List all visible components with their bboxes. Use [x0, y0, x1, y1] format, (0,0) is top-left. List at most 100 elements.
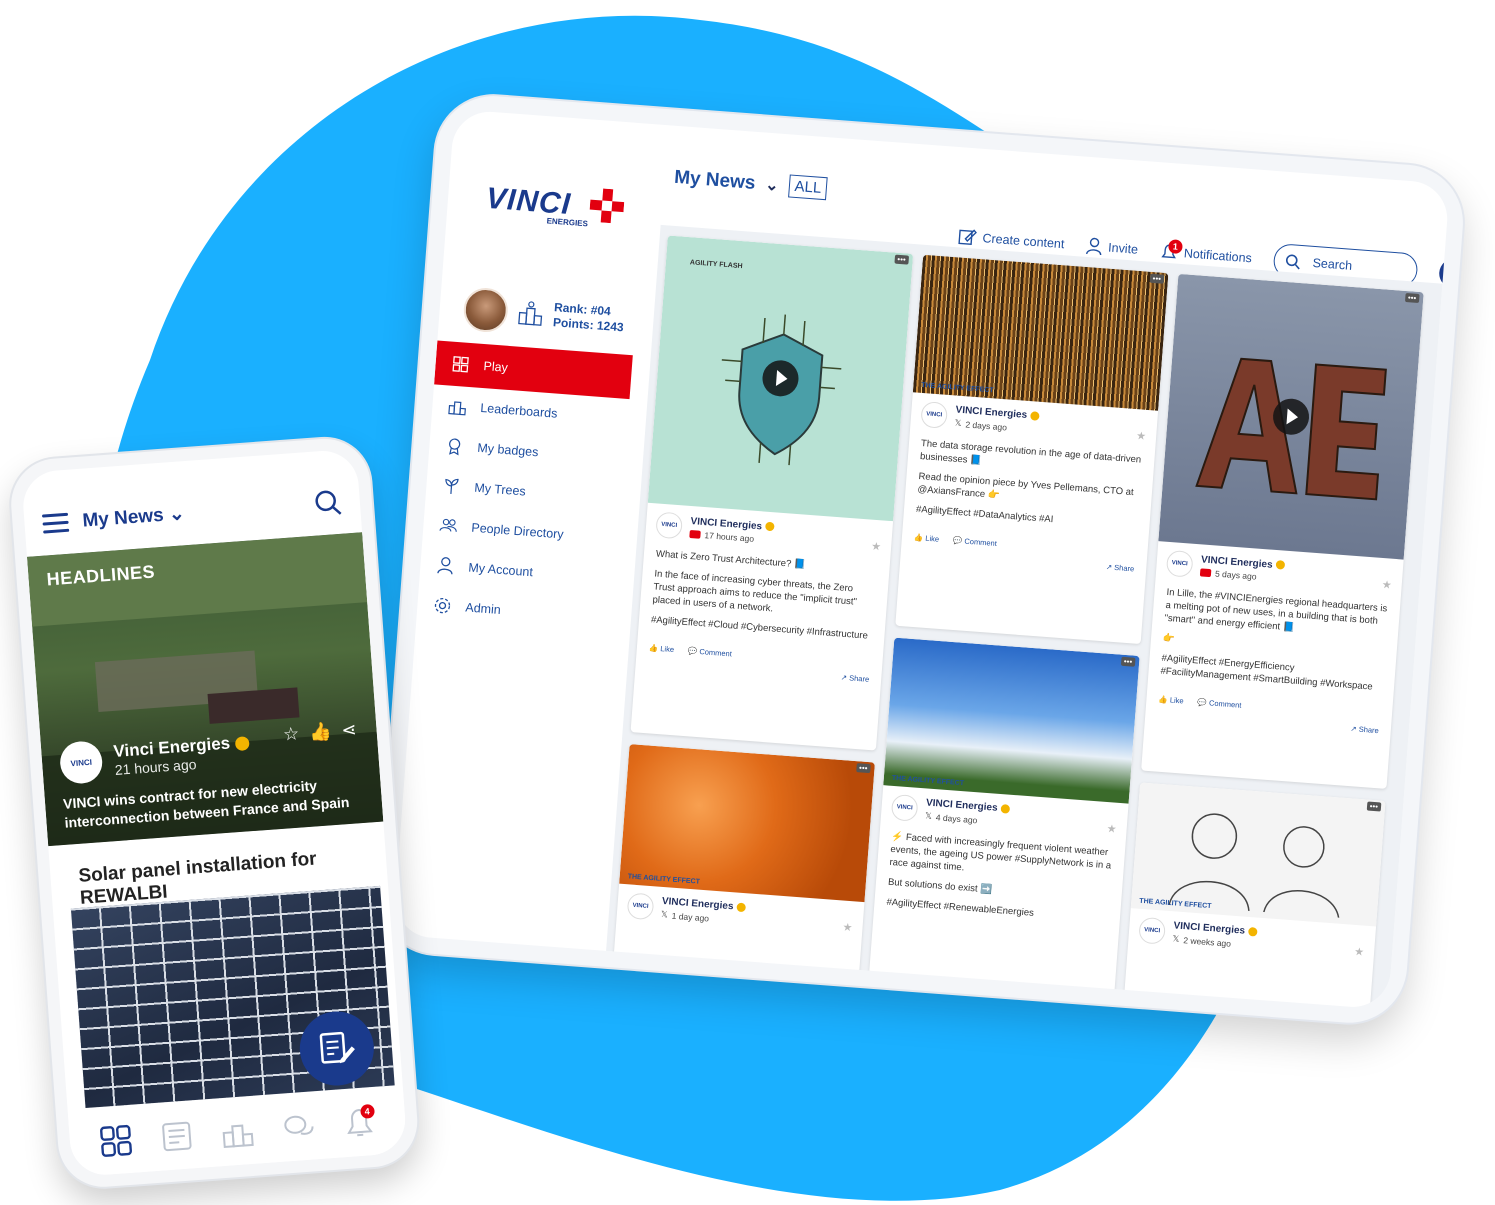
x-logo-icon: 𝕏 — [1172, 933, 1180, 944]
more-options-button[interactable]: ••• — [1120, 656, 1136, 667]
media-brand: THE AGILITY EFFECT — [891, 774, 965, 788]
headline-carousel[interactable]: HEADLINES VINCI Vinci Energies 21 hours … — [26, 532, 384, 847]
author-logo: VINCI — [920, 401, 949, 429]
post-media[interactable]: THE AGILITY EFFECT ••• — [619, 744, 875, 903]
x-logo-icon: 𝕏 — [660, 908, 669, 920]
tab-leaderboard[interactable] — [218, 1113, 257, 1152]
youtube-icon — [689, 529, 701, 539]
share-icon[interactable]: ⋖ — [341, 719, 358, 741]
x-logo-icon: 𝕏 — [954, 417, 962, 429]
post-card[interactable]: THE AGILITY EFFECT ••• VINCI VINCI Energ… — [868, 637, 1140, 1002]
comment-button[interactable]: 💬 Comment — [1197, 698, 1242, 710]
tablet-device: VINCI ENERGIES My News ⌄ ALL Create cont… — [375, 92, 1468, 1027]
star-icon[interactable]: ★ — [842, 921, 853, 935]
news-feed-selector[interactable]: My News ⌄ ALL — [673, 166, 829, 201]
comment-button[interactable]: 💬 Comment — [688, 646, 733, 658]
more-options-button[interactable]: ••• — [1366, 801, 1382, 812]
vinci-energies-logo: VINCI ENERGIES — [484, 182, 625, 228]
verified-icon — [736, 902, 746, 913]
post-body: ⚡ Faced with increasingly frequent viole… — [886, 830, 1112, 919]
edit-icon — [958, 229, 977, 245]
post-card[interactable]: THE AGILITY EFFECT ••• VINCI VINCI Energ… — [895, 254, 1169, 645]
post-media[interactable]: THE AGILITY EFFECT ••• — [912, 254, 1169, 411]
post-media[interactable]: THE AGILITY EFFECT ••• — [883, 637, 1140, 804]
verified-icon — [1029, 411, 1040, 421]
star-icon[interactable]: ★ — [1136, 429, 1147, 443]
post-card[interactable]: THE AGILITY EFFECT ••• VINCI VINCI Energ… — [1123, 782, 1386, 1010]
grid-icon — [100, 1124, 133, 1157]
verified-icon — [1247, 926, 1258, 937]
star-icon[interactable]: ★ — [871, 540, 882, 554]
user-profile[interactable]: Rank: #04 Points: 1243 — [462, 286, 626, 342]
grid-icon — [451, 355, 470, 374]
more-options-button[interactable]: ••• — [855, 763, 871, 774]
author-logo: VINCI — [1165, 549, 1194, 578]
newspaper-icon — [162, 1121, 192, 1152]
search-icon — [1285, 254, 1300, 270]
post-media[interactable]: ••• — [1158, 273, 1424, 560]
podium-icon — [448, 397, 467, 416]
star-icon[interactable]: ☆ — [282, 723, 300, 745]
tab-home[interactable] — [97, 1122, 136, 1161]
people-icon — [439, 516, 458, 535]
post-body: What is Zero Trust Architecture? 📘 In th… — [650, 548, 869, 642]
media-brand: THE AGILITY EFFECT — [921, 381, 994, 395]
tab-messages[interactable] — [279, 1108, 318, 1147]
sidebar-nav: Play Leaderboards My badges My Trees Peo… — [416, 340, 633, 639]
x-logo-icon: 𝕏 — [924, 810, 933, 821]
news-feed: AGILITY FLASH ••• VINCI VINCI Energies 1… — [605, 224, 1450, 1010]
like-button[interactable]: 👍 Like — [914, 533, 940, 544]
star-icon[interactable]: ★ — [1106, 822, 1117, 836]
user-icon — [1085, 237, 1102, 256]
tab-news[interactable] — [158, 1117, 197, 1156]
author-logo: VINCI — [626, 892, 655, 921]
sprout-icon — [442, 476, 461, 495]
chat-icon — [284, 1115, 314, 1135]
post-body: In Lille, the #VINCIEnergies regional he… — [1160, 586, 1388, 693]
news-feed-selector[interactable]: My News ⌄ — [82, 493, 301, 532]
rank-points: Rank: #04 Points: 1243 — [552, 300, 625, 335]
edit-icon — [319, 1031, 355, 1064]
vinci-cross-icon — [589, 188, 625, 224]
chevron-down-icon: ⌄ — [168, 502, 186, 525]
like-button[interactable]: 👍 Like — [1158, 695, 1184, 706]
like-button[interactable]: 👍 Like — [649, 643, 675, 654]
star-icon[interactable]: ★ — [1354, 945, 1365, 959]
avatar[interactable] — [462, 286, 510, 334]
post-card[interactable]: AGILITY FLASH ••• VINCI VINCI Energies 1… — [630, 235, 914, 751]
star-icon[interactable]: ★ — [1381, 578, 1392, 592]
phone-screen: My News ⌄ HEADLINES VINCI Vinci Energies… — [20, 448, 408, 1178]
post-card[interactable]: THE AGILITY EFFECT ••• VINCI VINCI Energ… — [613, 744, 875, 982]
more-options-button[interactable]: ••• — [1149, 273, 1165, 284]
verified-icon — [234, 735, 250, 751]
more-options-button[interactable]: ••• — [1404, 292, 1420, 303]
youtube-icon — [1199, 567, 1212, 577]
notification-badge: 1 — [1167, 239, 1183, 255]
verified-icon — [764, 521, 775, 532]
post-card[interactable]: ••• VINCI VINCI Energies 5 days ago ★ In… — [1141, 273, 1424, 789]
tab-notifications[interactable]: 4 — [340, 1103, 379, 1143]
search-icon[interactable] — [313, 488, 343, 518]
podium-icon — [222, 1124, 254, 1149]
post-body: The data storage revolution in the age o… — [915, 438, 1142, 526]
post-media[interactable]: AGILITY FLASH ••• — [647, 235, 914, 522]
gear-icon — [433, 596, 452, 615]
phone-device: My News ⌄ HEADLINES VINCI Vinci Energies… — [8, 435, 421, 1191]
like-icon[interactable]: 👍 — [308, 721, 332, 744]
more-options-button[interactable]: ••• — [894, 254, 910, 265]
invite-button[interactable]: Invite — [1085, 237, 1139, 259]
media-brand: THE AGILITY EFFECT — [627, 873, 701, 886]
badge-icon — [445, 436, 464, 456]
post-media[interactable]: THE AGILITY EFFECT ••• — [1130, 782, 1386, 927]
author-logo: VINCI — [58, 739, 104, 785]
chevron-down-icon: ⌄ — [764, 176, 780, 195]
comment-button[interactable]: 💬 Comment — [953, 536, 998, 548]
author-logo: VINCI — [1138, 916, 1167, 945]
page-title: My News — [673, 166, 757, 194]
tablet-screen: VINCI ENERGIES My News ⌄ ALL Create cont… — [392, 109, 1450, 1010]
author-logo: VINCI — [655, 511, 684, 540]
podium-icon — [518, 301, 543, 326]
filter-all-button[interactable]: ALL — [787, 174, 829, 201]
verified-icon — [1000, 803, 1010, 814]
menu-icon[interactable] — [41, 507, 70, 538]
